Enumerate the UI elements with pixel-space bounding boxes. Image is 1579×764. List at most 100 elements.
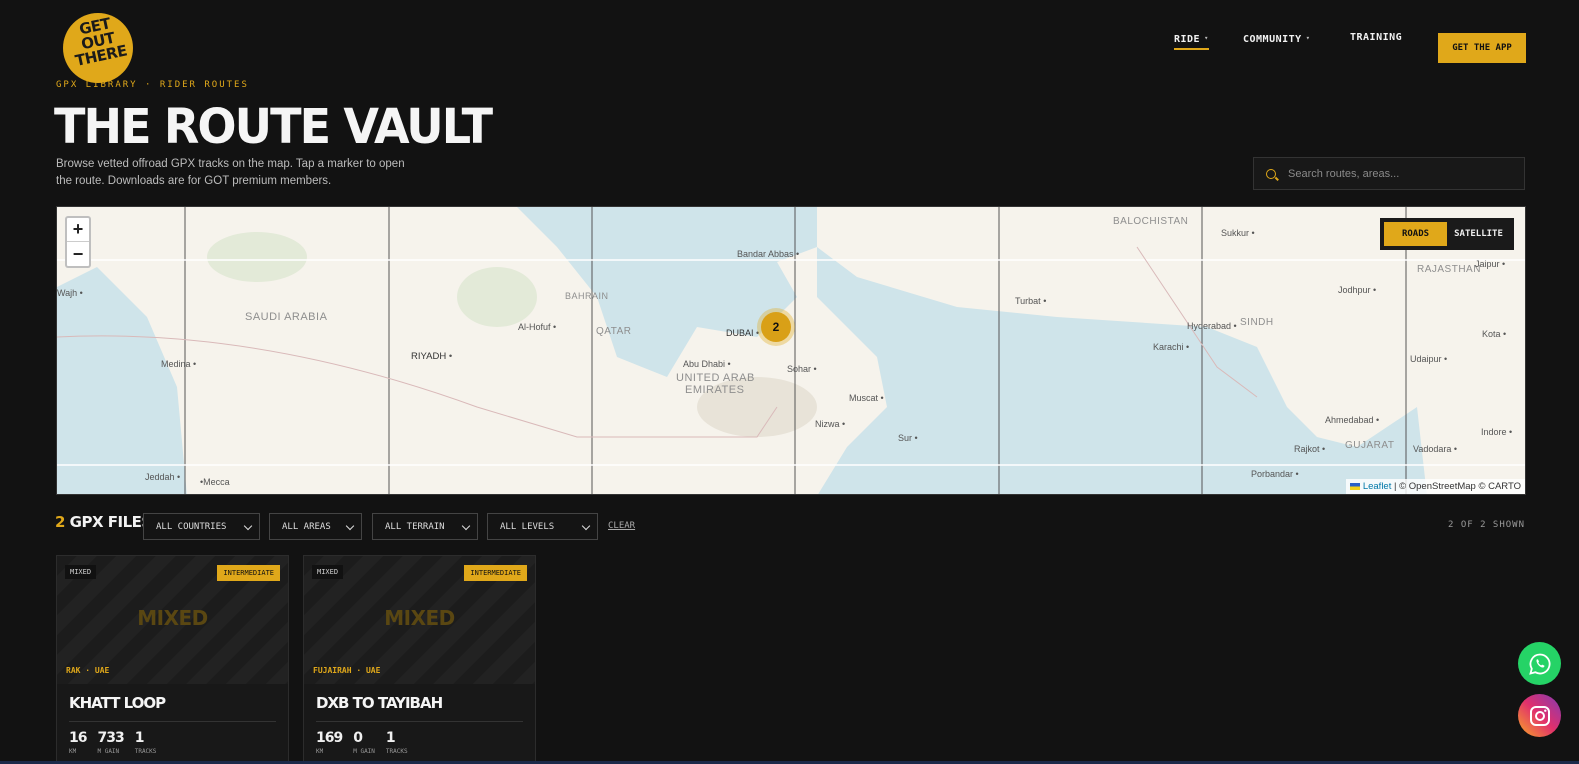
satellite-layer-button[interactable]: SATELLITE (1447, 222, 1510, 246)
terrain-tag: MIXED (312, 565, 344, 579)
map-city-label: Sohar (787, 364, 817, 374)
whatsapp-button[interactable] (1518, 642, 1561, 685)
chevron-down-icon: ▾ (1305, 34, 1311, 42)
search-box[interactable] (1253, 157, 1525, 190)
stat-gain-label: M GAIN (97, 748, 120, 755)
route-stats: 169 KM 0 M GAIN 1 TRACKS (316, 730, 523, 755)
route-count: 2 GPX FILES (55, 513, 152, 531)
zoom-in-button[interactable]: + (67, 218, 89, 242)
cluster-count: 2 (761, 312, 791, 342)
map-city-label: Bandar Abbas (737, 249, 799, 259)
nav-item-training[interactable]: TRAINING (1350, 32, 1402, 43)
terrain-filter-select[interactable]: ALL TERRAIN (372, 513, 478, 540)
map-city-label: Jeddah (145, 472, 180, 482)
route-card[interactable]: MIXED INTERMEDIATE MIXED FUJAIRAH · UAE … (303, 555, 536, 764)
map-city-label: Al-Hofuf (518, 322, 556, 332)
map-city-label: Vadodara (1413, 444, 1457, 454)
map-city-label: Muscat (849, 393, 884, 403)
map-city-label: Sukkur (1221, 228, 1255, 238)
level-filter-select[interactable]: ALL LEVELS (487, 513, 598, 540)
search-icon (1266, 168, 1276, 179)
map-region-label: BAHRAIN (565, 291, 609, 301)
stat-distance-value: 16 (69, 730, 88, 746)
stat-gain-value: 733 (97, 730, 124, 746)
chevron-down-icon (581, 521, 591, 531)
stat-gain-label: M GAIN (353, 748, 375, 755)
map-region-label: RAJASTHAN (1417, 264, 1481, 275)
nav-item-ride-label: RIDE (1174, 34, 1201, 45)
nav-item-ride[interactable]: RIDE ▾ (1174, 34, 1209, 50)
map-city-label: Karachi (1153, 342, 1189, 352)
route-stats: 16 KM 733 M GAIN 1 TRACKS (69, 730, 276, 755)
ukraine-flag-icon (1349, 483, 1360, 490)
zoom-control: + − (65, 216, 91, 268)
map-city-label: Rajkot (1294, 444, 1325, 454)
terrain-watermark: MIXED (137, 606, 208, 630)
map-city-label: Nizwa (815, 419, 845, 429)
area-filter-value: ALL AREAS (282, 521, 331, 532)
chevron-down-icon (345, 521, 355, 531)
stat-gain: 0 M GAIN (353, 730, 375, 755)
map-city-label: Turbat (1015, 296, 1046, 306)
map-attribution: Leaflet | © OpenStreetMap © CARTO (1345, 479, 1525, 494)
map-region-label: EMIRATES (685, 384, 745, 396)
attribution-text: | © OpenStreetMap © CARTO (1391, 481, 1521, 492)
map-city-label: Udaipur (1410, 354, 1447, 364)
stat-tracks-value: 1 (385, 730, 396, 746)
map-city-label: DUBAI (726, 328, 759, 338)
map-region-label: BALOCHISTAN (1113, 216, 1189, 227)
leaflet-link[interactable]: Leaflet (1363, 481, 1392, 492)
route-location: RAK · UAE (66, 666, 110, 675)
whatsapp-icon (1528, 653, 1550, 675)
terrain-watermark: MIXED (384, 606, 455, 630)
map-city-label: Indore (1481, 427, 1512, 437)
nav-item-community[interactable]: COMMUNITY ▾ (1243, 34, 1310, 45)
roads-layer-button[interactable]: ROADS (1384, 222, 1447, 246)
instagram-button[interactable] (1518, 694, 1561, 737)
stat-distance-label: KM (69, 748, 77, 755)
map-city-label: Jaipur (1475, 259, 1505, 269)
stat-tracks: 1 TRACKS (386, 730, 408, 755)
stat-tracks-label: TRACKS (134, 748, 157, 755)
map-city-label: Abu Dhabi (683, 359, 731, 369)
route-cluster-marker[interactable]: 2 (757, 308, 795, 346)
difficulty-badge: INTERMEDIATE (464, 565, 527, 581)
stat-gain-value: 0 (353, 730, 363, 746)
zoom-out-button[interactable]: − (67, 242, 89, 266)
instagram-icon (1529, 705, 1550, 726)
nav-item-community-label: COMMUNITY (1243, 34, 1302, 45)
clear-filters-link[interactable]: CLEAR (608, 521, 635, 531)
map-city-label: RIYADH (411, 351, 452, 362)
route-map[interactable]: SAUDI ARABIA UNITED ARAB EMIRATES QATAR … (56, 206, 1526, 495)
chevron-down-icon (461, 521, 471, 531)
stat-distance: 169 KM (316, 730, 343, 755)
page-subtitle: Browse vetted offroad GPX tracks on the … (56, 158, 405, 187)
route-count-label: GPX FILES (69, 513, 153, 531)
main-nav: RIDE ▾ COMMUNITY ▾ TRAINING (0, 32, 1579, 64)
results-shown-count: 2 OF 2 SHOWN (1448, 520, 1526, 530)
level-filter-value: ALL LEVELS (500, 521, 555, 532)
route-card[interactable]: MIXED INTERMEDIATE MIXED RAK · UAE KHATT… (56, 555, 289, 764)
difficulty-badge: INTERMEDIATE (217, 565, 280, 581)
map-city-label: Medina (161, 359, 196, 369)
chevron-down-icon (243, 521, 253, 531)
map-city-label: Kota (1482, 329, 1506, 339)
map-city-label: Ahmedabad (1325, 415, 1379, 425)
chevron-down-icon: ▾ (1204, 34, 1209, 42)
stat-gain: 733 M GAIN (97, 730, 124, 755)
route-card-cover: MIXED INTERMEDIATE MIXED RAK · UAE (57, 556, 288, 684)
get-app-button[interactable]: GET THE APP (1438, 33, 1526, 63)
area-filter-select[interactable]: ALL AREAS (269, 513, 362, 540)
map-city-label: Porbandar (1251, 469, 1299, 479)
map-region-label: SINDH (1240, 317, 1274, 328)
map-city-label: Hyderabad (1187, 321, 1237, 331)
country-filter-select[interactable]: ALL COUNTRIES (143, 513, 260, 540)
eyebrow: GPX LIBRARY · RIDER ROUTES (56, 80, 249, 90)
map-city-label: Jodhpur (1338, 285, 1376, 295)
terrain-filter-value: ALL TERRAIN (385, 521, 445, 532)
map-region-label: UNITED ARAB (676, 372, 755, 384)
map-city-label: •Mecca (200, 477, 230, 487)
country-filter-value: ALL COUNTRIES (156, 521, 227, 532)
search-input[interactable] (1288, 167, 1508, 180)
route-count-number: 2 (55, 513, 65, 531)
